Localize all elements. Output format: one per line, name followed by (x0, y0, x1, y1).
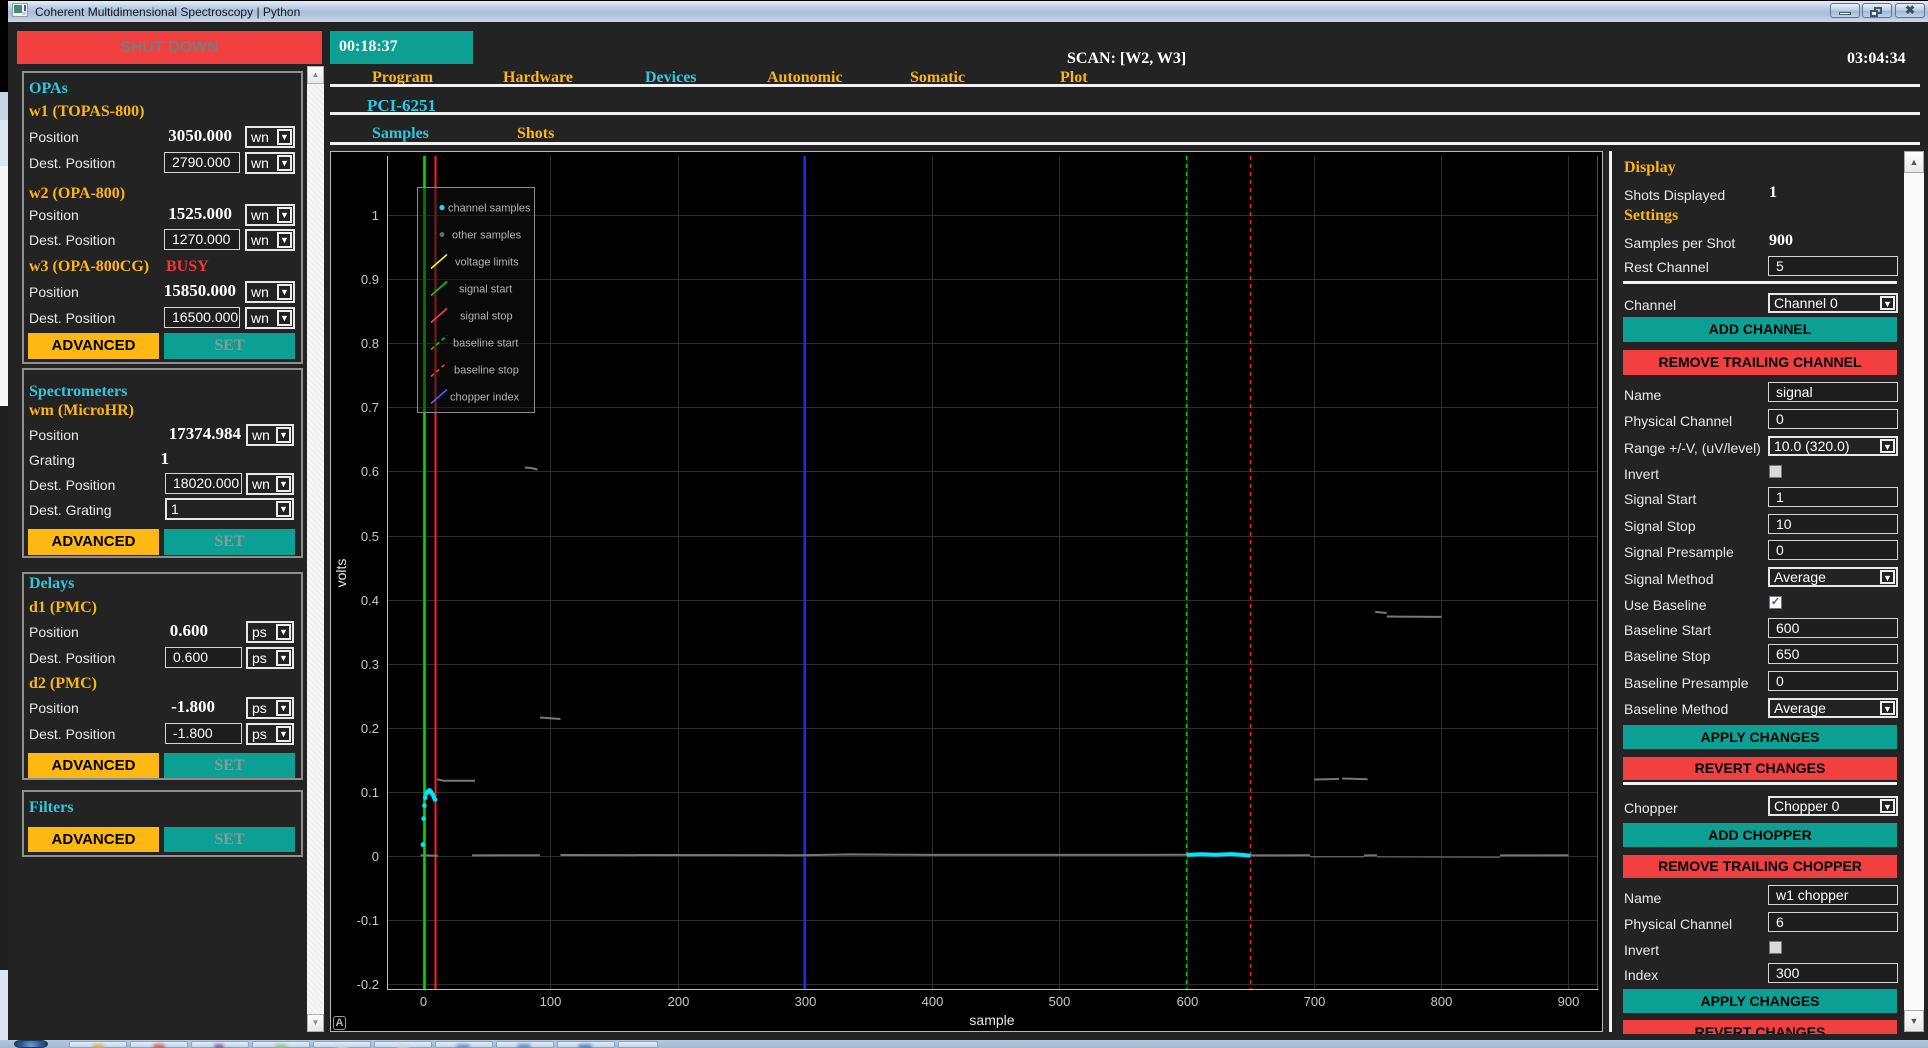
svg-text:900: 900 (1558, 994, 1580, 1009)
svg-text:chopper index: chopper index (450, 392, 520, 404)
svg-text:500: 500 (1049, 994, 1071, 1009)
svg-text:0.3: 0.3 (361, 657, 379, 672)
svg-text:700: 700 (1304, 994, 1326, 1009)
svg-text:-0.2: -0.2 (357, 977, 379, 992)
svg-text:volts: volts (333, 559, 349, 588)
svg-text:200: 200 (668, 994, 690, 1009)
svg-text:baseline stop: baseline stop (454, 365, 519, 377)
svg-text:1: 1 (372, 208, 379, 223)
svg-text:0.8: 0.8 (361, 336, 379, 351)
svg-text:-0.1: -0.1 (357, 913, 379, 928)
svg-text:400: 400 (922, 994, 944, 1009)
svg-text:voltage limits: voltage limits (455, 257, 519, 269)
svg-text:signal start: signal start (459, 284, 512, 296)
svg-text:0.6: 0.6 (361, 464, 379, 479)
svg-text:0.9: 0.9 (361, 272, 379, 287)
svg-text:100: 100 (540, 994, 562, 1009)
svg-text:800: 800 (1431, 994, 1453, 1009)
svg-text:0.7: 0.7 (361, 400, 379, 415)
svg-text:channel samples: channel samples (448, 203, 531, 215)
svg-text:0.1: 0.1 (361, 785, 379, 800)
svg-text:600: 600 (1177, 994, 1199, 1009)
svg-text:baseline start: baseline start (453, 338, 518, 350)
svg-text:other samples: other samples (452, 230, 522, 242)
svg-text:0.2: 0.2 (361, 721, 379, 736)
svg-text:sample: sample (969, 1012, 1014, 1028)
svg-text:0: 0 (420, 994, 427, 1009)
svg-text:0.4: 0.4 (361, 593, 379, 608)
svg-text:signal stop: signal stop (460, 311, 513, 323)
svg-text:0: 0 (372, 849, 379, 864)
svg-text:300: 300 (795, 994, 817, 1009)
svg-text:0.5: 0.5 (361, 529, 379, 544)
